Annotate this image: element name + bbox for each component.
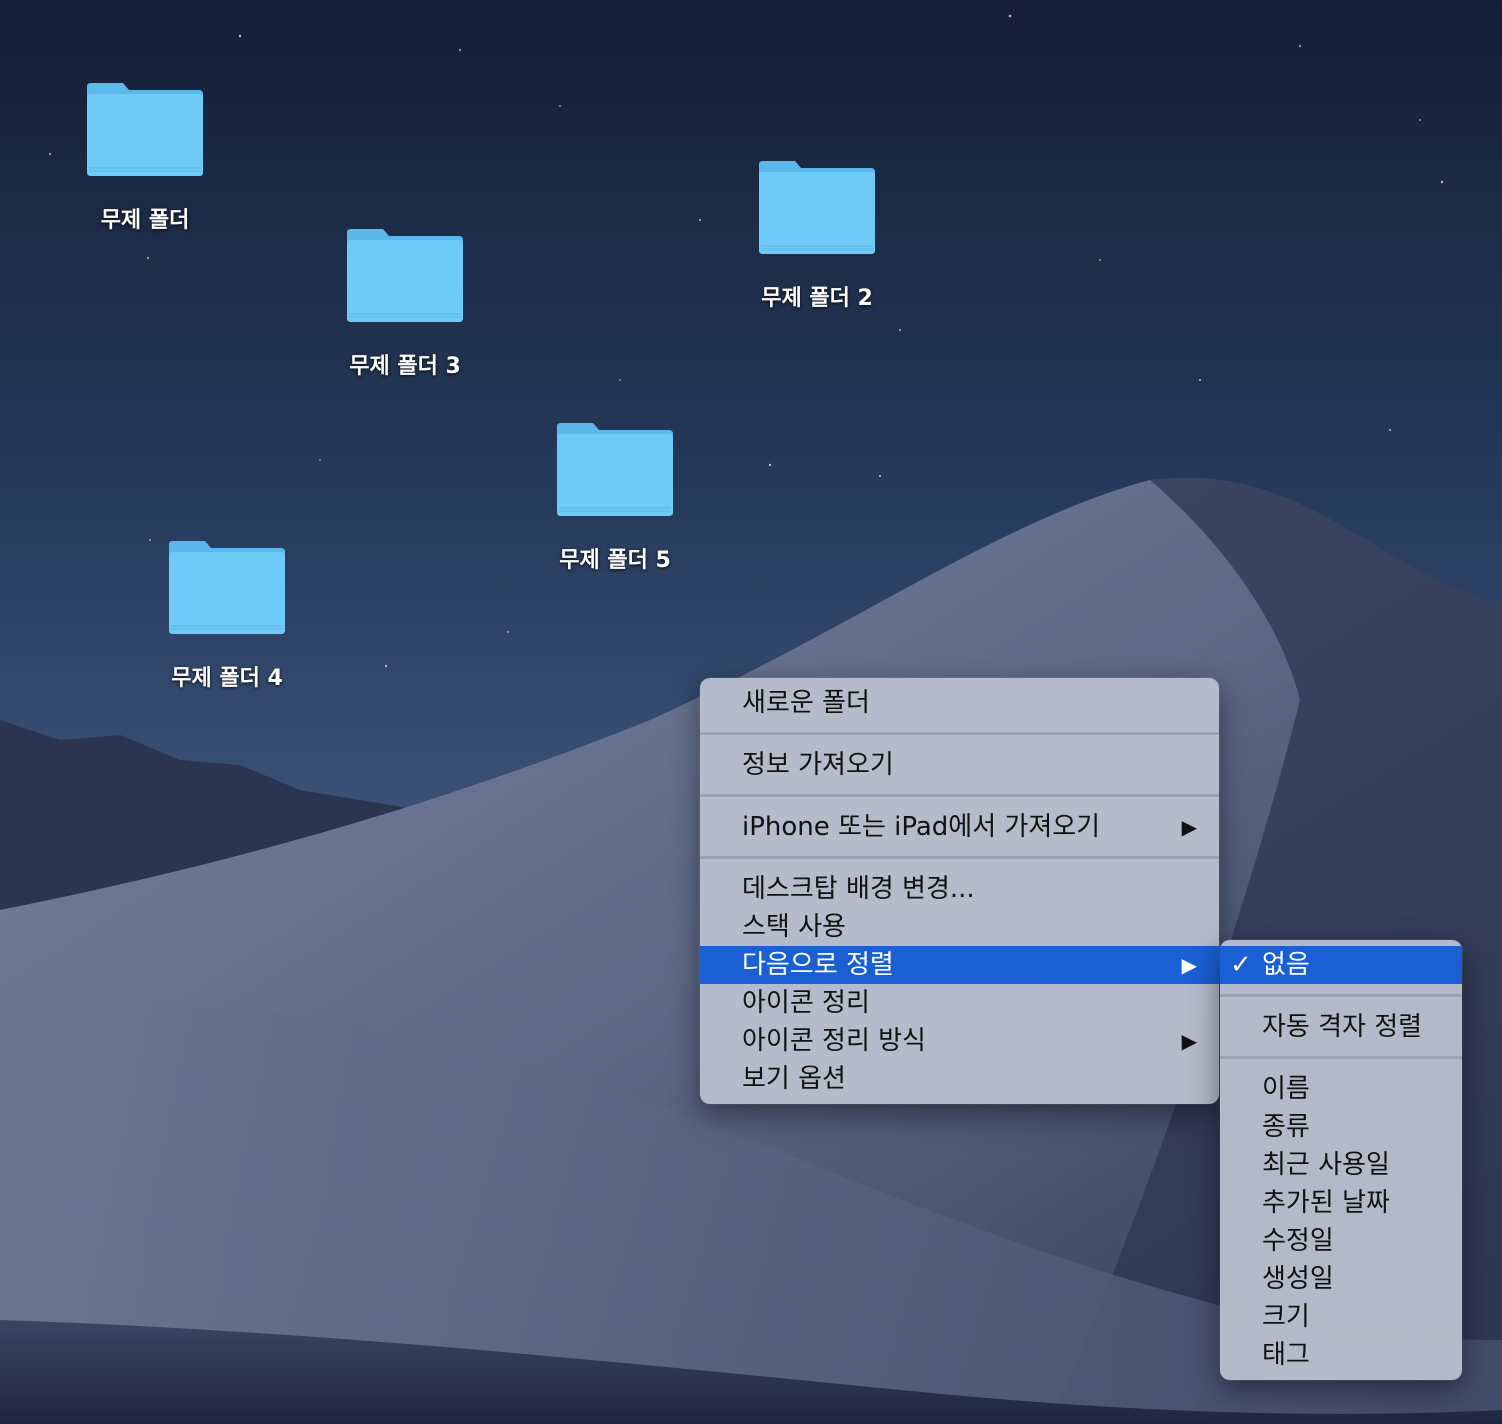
menu-item-label: 아이콘 정리 방식 [742, 1026, 926, 1056]
submenu-item-date-modified[interactable]: 수정일 [1220, 1222, 1462, 1260]
folder-label[interactable]: 무제 폴더 2 [737, 280, 897, 312]
submenu-item-date-last-opened[interactable]: 최근 사용일 [1220, 1146, 1462, 1184]
menu-item-sort-by[interactable]: 다음으로 정렬 ▶ [700, 946, 1219, 984]
menu-item-get-info[interactable]: 정보 가져오기 [700, 746, 1219, 784]
menu-item-import-from-iphone[interactable]: iPhone 또는 iPad에서 가져오기 ▶ [700, 808, 1219, 846]
submenu-item-size[interactable]: 크기 [1220, 1298, 1462, 1336]
menu-separator [700, 856, 1219, 859]
desktop-folder[interactable]: 무제 폴더 2 [737, 158, 897, 312]
submenu-arrow-icon: ▶ [1181, 1029, 1197, 1053]
folder-label[interactable]: 무제 폴더 [65, 202, 225, 234]
menu-item-label: iPhone 또는 iPad에서 가져오기 [742, 812, 1101, 842]
submenu-item-snap-to-grid[interactable]: 자동 격자 정렬 [1220, 1008, 1462, 1046]
sort-by-submenu: ✓ 없음 자동 격자 정렬 이름 종류 최근 사용일 추가된 날짜 수정일 생성… [1220, 940, 1462, 1380]
folder-icon [87, 83, 203, 176]
menu-item-label: 스택 사용 [742, 912, 846, 942]
menu-item-label: 추가된 날짜 [1262, 1188, 1390, 1218]
submenu-arrow-icon: ▶ [1181, 953, 1197, 977]
menu-separator [1220, 994, 1462, 997]
menu-item-new-folder[interactable]: 새로운 폴더 [700, 684, 1219, 722]
menu-item-label: 정보 가져오기 [742, 750, 894, 780]
menu-item-use-stacks[interactable]: 스택 사용 [700, 908, 1219, 946]
menu-item-label: 생성일 [1262, 1264, 1334, 1294]
submenu-item-date-created[interactable]: 생성일 [1220, 1260, 1462, 1298]
menu-item-label: 최근 사용일 [1262, 1150, 1390, 1180]
desktop-folder[interactable]: 무제 폴더 4 [147, 538, 307, 692]
menu-separator [700, 732, 1219, 735]
folder-icon [557, 423, 673, 516]
menu-separator [700, 794, 1219, 797]
menu-item-clean-up[interactable]: 아이콘 정리 [700, 984, 1219, 1022]
desktop-folder[interactable]: 무제 폴더 5 [535, 420, 695, 574]
menu-item-label: 아이콘 정리 [742, 988, 870, 1018]
menu-item-label: 없음 [1262, 950, 1310, 980]
submenu-arrow-icon: ▶ [1181, 815, 1197, 839]
menu-item-clean-up-by[interactable]: 아이콘 정리 방식 ▶ [700, 1022, 1219, 1060]
submenu-item-date-added[interactable]: 추가된 날짜 [1220, 1184, 1462, 1222]
desktop-folder[interactable]: 무제 폴더 3 [325, 226, 485, 380]
menu-item-label: 크기 [1262, 1302, 1310, 1332]
menu-item-label: 자동 격자 정렬 [1262, 1012, 1423, 1042]
folder-icon [759, 161, 875, 254]
menu-item-label: 수정일 [1262, 1226, 1334, 1256]
submenu-item-tags[interactable]: 태그 [1220, 1336, 1462, 1374]
desktop-context-menu: 새로운 폴더 정보 가져오기 iPhone 또는 iPad에서 가져오기 ▶ 데… [700, 678, 1219, 1104]
submenu-item-kind[interactable]: 종류 [1220, 1108, 1462, 1146]
menu-separator [1220, 1056, 1462, 1059]
menu-item-label: 데스크탑 배경 변경... [742, 874, 975, 904]
desktop-folder[interactable]: 무제 폴더 [65, 80, 225, 234]
submenu-item-name[interactable]: 이름 [1220, 1070, 1462, 1108]
desktop[interactable]: 무제 폴더 무제 폴더 3 무제 폴더 2 무제 폴더 5 무제 폴더 4 새로… [0, 0, 1502, 1424]
menu-item-label: 이름 [1262, 1074, 1310, 1104]
menu-item-view-options[interactable]: 보기 옵션 [700, 1060, 1219, 1098]
folder-label[interactable]: 무제 폴더 5 [535, 542, 695, 574]
menu-item-label: 다음으로 정렬 [742, 950, 894, 980]
menu-item-change-desktop-background[interactable]: 데스크탑 배경 변경... [700, 870, 1219, 908]
menu-item-label: 새로운 폴더 [742, 688, 870, 718]
menu-item-label: 보기 옵션 [742, 1064, 846, 1094]
folder-icon [169, 541, 285, 634]
menu-item-label: 종류 [1262, 1112, 1310, 1142]
menu-item-label: 태그 [1262, 1340, 1310, 1370]
folder-icon [347, 229, 463, 322]
folder-label[interactable]: 무제 폴더 4 [147, 660, 307, 692]
checkmark-icon: ✓ [1230, 950, 1252, 980]
folder-label[interactable]: 무제 폴더 3 [325, 348, 485, 380]
submenu-item-none[interactable]: ✓ 없음 [1220, 946, 1462, 984]
